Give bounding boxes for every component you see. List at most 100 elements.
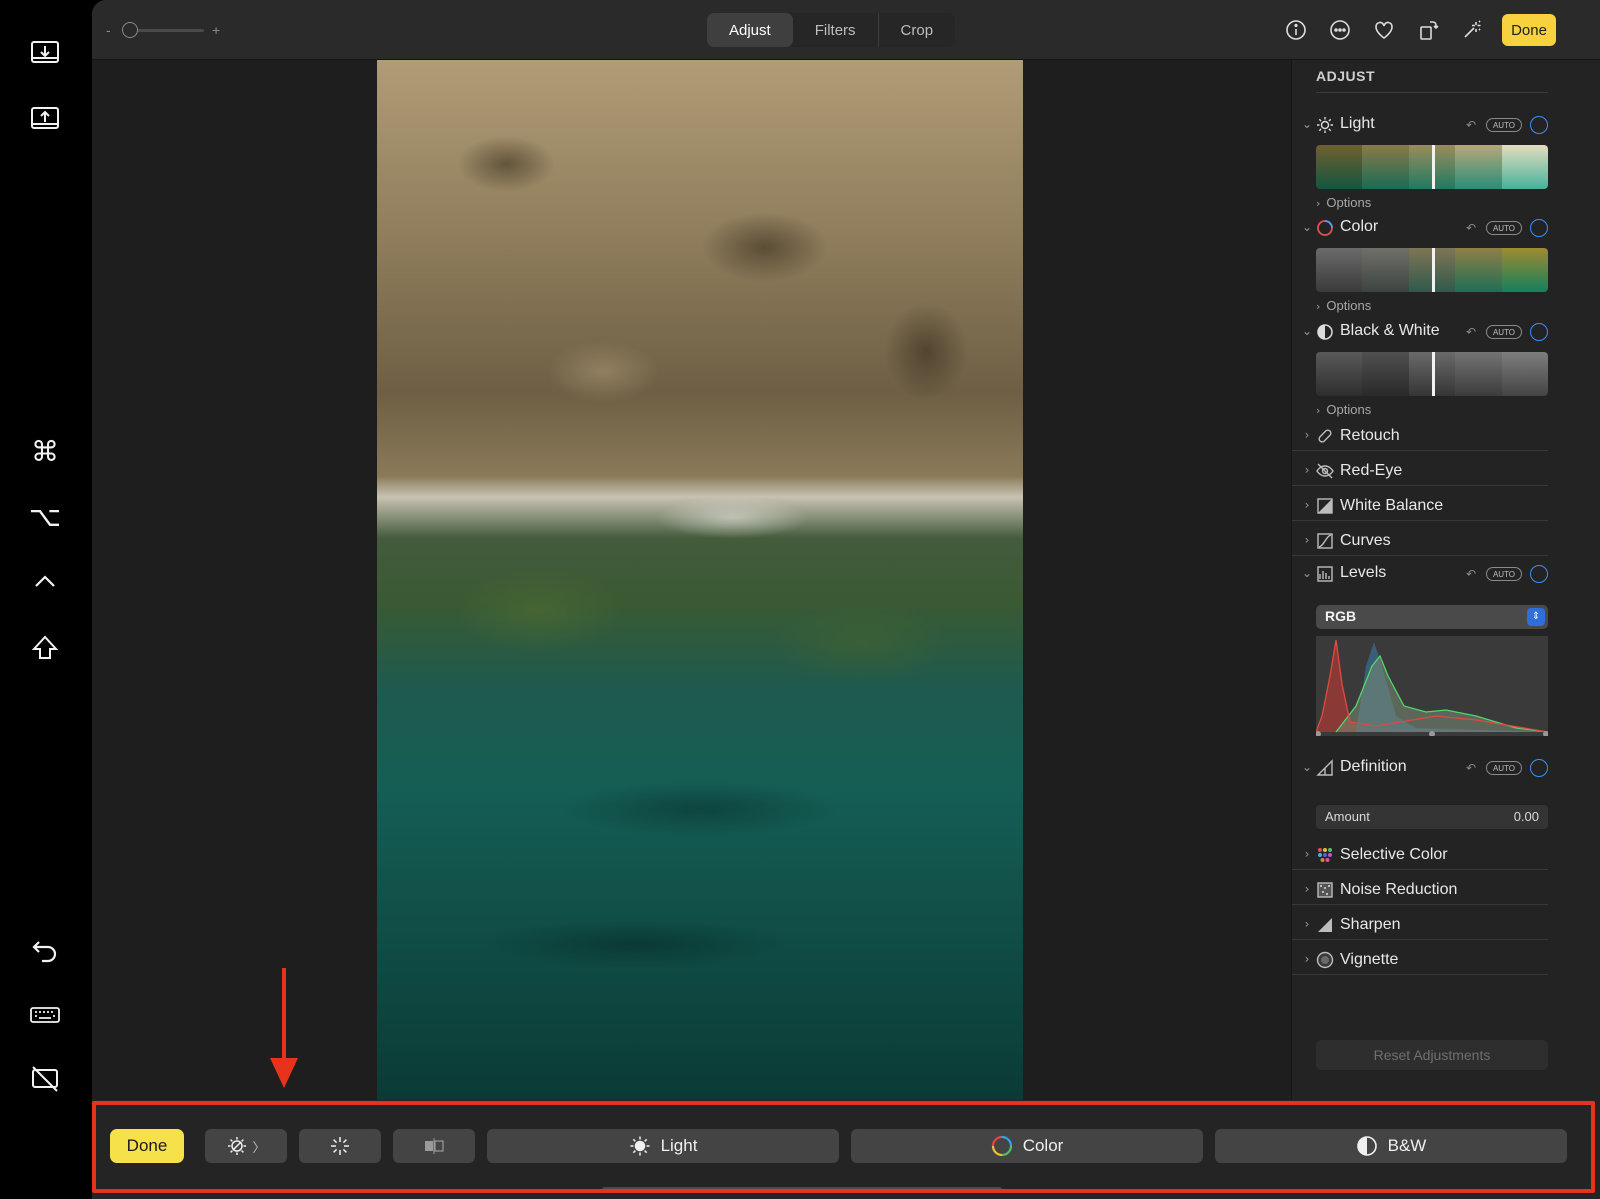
color-thumbnail-marker[interactable] bbox=[1432, 248, 1435, 292]
photo-image bbox=[377, 60, 1023, 1100]
chevron-down-icon[interactable]: ⌄ bbox=[1301, 760, 1313, 774]
chevron-right-icon: › bbox=[1304, 952, 1310, 966]
levels-histogram[interactable] bbox=[1316, 636, 1548, 736]
adjust-selective-color-row[interactable]: › Selective Color bbox=[1292, 840, 1548, 870]
chevron-down-icon[interactable]: ⌄ bbox=[1301, 220, 1313, 234]
chevron-down-icon[interactable]: ⌄ bbox=[1301, 566, 1313, 580]
option-key-icon[interactable]: ⌥ bbox=[25, 497, 65, 537]
auto-enhance-button[interactable]: 〉 bbox=[205, 1129, 287, 1163]
levels-auto-button[interactable]: AUTO bbox=[1486, 567, 1522, 581]
vignette-label: Vignette bbox=[1340, 951, 1399, 968]
adjust-levels-header[interactable]: ⌄ Levels ↶ AUTO bbox=[1292, 559, 1600, 589]
adjust-panel: ADJUST ⌄ Light ↶ AUTO › Options ⌄ Color ↶… bbox=[1291, 60, 1600, 1100]
light-thumbnail-strip[interactable] bbox=[1316, 145, 1548, 189]
bw-button[interactable]: B&W bbox=[1215, 1129, 1567, 1163]
light-thumbnail-marker[interactable] bbox=[1432, 145, 1435, 189]
zoom-knob[interactable] bbox=[122, 22, 138, 38]
chevron-right-icon: › bbox=[1316, 300, 1321, 313]
undo-icon[interactable]: ↶ bbox=[1466, 325, 1476, 339]
tab-adjust[interactable]: Adjust bbox=[707, 13, 793, 47]
tab-filters[interactable]: Filters bbox=[793, 13, 878, 47]
bw-toggle[interactable] bbox=[1530, 323, 1548, 341]
magic-wand-icon[interactable] bbox=[1458, 16, 1486, 44]
light-toggle[interactable] bbox=[1530, 116, 1548, 134]
color-label: Color bbox=[1340, 218, 1379, 235]
chevron-right-icon: › bbox=[1304, 498, 1310, 512]
bw-label: Black & White bbox=[1340, 322, 1440, 339]
color-wheel-icon bbox=[1317, 220, 1333, 236]
photo-canvas[interactable] bbox=[377, 60, 1023, 1100]
command-key-icon[interactable]: ⌘ bbox=[25, 432, 65, 472]
adjust-red-eye-row[interactable]: › Red-Eye bbox=[1292, 456, 1548, 486]
keyboard-icon[interactable] bbox=[25, 995, 65, 1035]
more-icon[interactable] bbox=[1326, 16, 1354, 44]
adjust-noise-reduction-row[interactable]: › Noise Reduction bbox=[1292, 875, 1548, 905]
chevron-down-icon[interactable]: ⌄ bbox=[1301, 117, 1313, 131]
definition-auto-button[interactable]: AUTO bbox=[1486, 761, 1522, 775]
options-label: Options bbox=[1326, 402, 1372, 417]
tab-crop[interactable]: Crop bbox=[877, 13, 956, 47]
adjust-curves-row[interactable]: › Curves bbox=[1292, 526, 1548, 556]
undo-icon[interactable]: ↶ bbox=[1466, 118, 1476, 132]
sharpen-label: Sharpen bbox=[1340, 916, 1401, 933]
levels-icon bbox=[1317, 566, 1333, 582]
chevron-right-icon: 〉 bbox=[252, 1139, 266, 1155]
info-icon[interactable] bbox=[1282, 16, 1310, 44]
zoom-slider[interactable]: - + bbox=[106, 20, 221, 40]
adjust-retouch-row[interactable]: › Retouch bbox=[1292, 421, 1548, 451]
reset-adjustments-button[interactable]: Reset Adjustments bbox=[1316, 1040, 1548, 1070]
top-toolbar: - + Adjust Filters Crop Done bbox=[92, 0, 1600, 60]
adjust-bw-header[interactable]: ⌄ Black & White ↶ AUTO bbox=[1292, 317, 1600, 347]
definition-toggle[interactable] bbox=[1530, 759, 1548, 777]
heart-icon[interactable] bbox=[1370, 16, 1398, 44]
levels-label: Levels bbox=[1340, 564, 1387, 581]
bottom-done-button[interactable]: Done bbox=[110, 1129, 184, 1163]
chevron-right-icon: › bbox=[1316, 404, 1321, 417]
chevron-down-icon[interactable]: ⌄ bbox=[1301, 324, 1313, 338]
magic-button[interactable] bbox=[299, 1129, 381, 1163]
compare-button[interactable] bbox=[393, 1129, 475, 1163]
selective-color-label: Selective Color bbox=[1340, 846, 1448, 863]
top-actions bbox=[1282, 16, 1486, 44]
bottom-toolbar: Done 〉 Light Color B&W bbox=[92, 1100, 1600, 1199]
color-button[interactable]: Color bbox=[851, 1129, 1203, 1163]
photos-edit-window: - + Adjust Filters Crop Done ADJUST ⌄ Li… bbox=[92, 0, 1600, 1199]
screenshot-in-icon[interactable] bbox=[25, 33, 65, 73]
adjust-color-header[interactable]: ⌄ Color ↶ AUTO bbox=[1292, 213, 1600, 243]
adjust-vignette-row[interactable]: › Vignette bbox=[1292, 945, 1548, 975]
adjust-sharpen-row[interactable]: › Sharpen bbox=[1292, 910, 1548, 940]
adjust-definition-header[interactable]: ⌄ Definition ↶ AUTO bbox=[1292, 753, 1600, 783]
hide-screen-icon[interactable] bbox=[25, 1059, 65, 1099]
control-key-icon[interactable] bbox=[25, 562, 65, 602]
levels-channel-select[interactable]: RGB ⇕ bbox=[1316, 605, 1548, 629]
light-button[interactable]: Light bbox=[487, 1129, 839, 1163]
undo-icon[interactable]: ↶ bbox=[1466, 761, 1476, 775]
rotate-icon[interactable] bbox=[1414, 16, 1442, 44]
levels-toggle[interactable] bbox=[1530, 565, 1548, 583]
definition-amount-slider[interactable]: Amount 0.00 bbox=[1316, 805, 1548, 829]
amount-value: 0.00 bbox=[1513, 809, 1539, 824]
top-done-button[interactable]: Done bbox=[1502, 14, 1556, 46]
white-balance-label: White Balance bbox=[1340, 497, 1444, 514]
noise-reduction-icon bbox=[1317, 882, 1333, 898]
undo-icon[interactable]: ↶ bbox=[1466, 567, 1476, 581]
adjust-light-header[interactable]: ⌄ Light ↶ AUTO bbox=[1292, 110, 1600, 140]
color-auto-button[interactable]: AUTO bbox=[1486, 221, 1522, 235]
light-options[interactable]: › Options bbox=[1316, 195, 1371, 210]
screenshot-out-icon[interactable] bbox=[25, 99, 65, 139]
undo-icon[interactable]: ↶ bbox=[1466, 221, 1476, 235]
bw-thumbnail-strip[interactable] bbox=[1316, 352, 1548, 396]
bw-options[interactable]: › Options bbox=[1316, 402, 1371, 417]
panel-divider bbox=[1316, 92, 1548, 93]
bw-auto-button[interactable]: AUTO bbox=[1486, 325, 1522, 339]
color-toggle[interactable] bbox=[1530, 219, 1548, 237]
color-options[interactable]: › Options bbox=[1316, 298, 1371, 313]
bw-thumbnail-marker[interactable] bbox=[1432, 352, 1435, 396]
options-label: Options bbox=[1326, 195, 1372, 210]
retouch-label: Retouch bbox=[1340, 427, 1400, 444]
undo-icon[interactable] bbox=[25, 930, 65, 970]
shift-key-icon[interactable] bbox=[25, 628, 65, 668]
adjust-white-balance-row[interactable]: › White Balance bbox=[1292, 491, 1548, 521]
light-auto-button[interactable]: AUTO bbox=[1486, 118, 1522, 132]
color-thumbnail-strip[interactable] bbox=[1316, 248, 1548, 292]
